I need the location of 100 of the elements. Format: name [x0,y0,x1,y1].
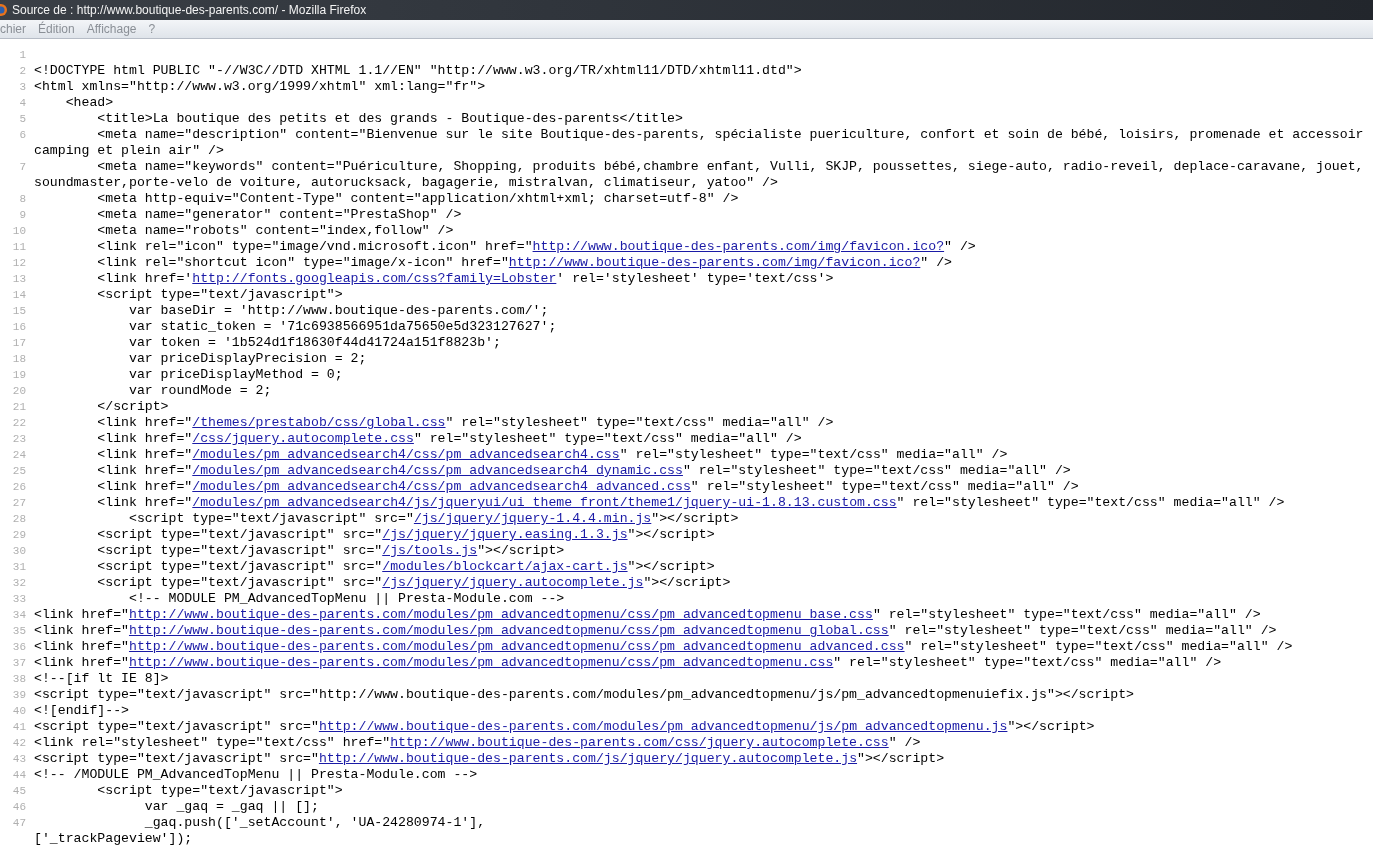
source-link[interactable]: /modules/pm_advancedsearch4/css/pm_advancedsearch4_dynamic.css [192,463,683,479]
window-title: Source de : http://www.boutique-des-parents.com/ - Mozilla Firefox [12,3,367,17]
source-link[interactable]: /css/jquery.autocomplete.css [192,431,414,447]
line-number: 4 [19,96,26,111]
code-text: " rel="stylesheet" type="text/css" media="all" /> [445,415,834,431]
code-text: <meta http-equiv="Content-Type" content="application/xhtml+xml; charset=utf-8" /> [96,191,739,207]
line-number: 45 [12,784,26,799]
code-text: <link href=" [34,655,129,671]
code-text: <title>La boutique des petits et des grands - Boutique-des-parents</title> [96,111,683,127]
line-number: 32 [12,576,26,591]
code-text: </script> [96,399,169,415]
code-text: <script type="text/javascript"> [96,783,343,799]
code-text: <link rel="stylesheet" type="text/css" href=" [34,735,391,751]
line-number: 35 [12,624,26,639]
code-text: "></script> [627,527,715,543]
code-text: <link href=" [96,479,193,495]
line-number: 41 [12,720,26,735]
line-number: 15 [12,304,26,319]
source-link[interactable]: http://www.boutique-des-parents.com/modules/pm_advancedtopmenu/js/pm_advancedtopmenu.js [318,719,1008,735]
line-number: 31 [12,560,26,575]
line-number: 8 [19,192,26,207]
source-link[interactable]: /modules/blockcart/ajax-cart.js [382,559,628,575]
source-link[interactable]: http://www.boutique-des-parents.com/img/favicon.ico? [532,239,945,255]
code-text: <meta name="description" content="Bienvenue sur le site Boutique-des-parents, spécialiste puericulture, confort et soin de bébé, loisirs, promenade et accessoir [96,127,1364,143]
line-number: 6 [19,128,26,143]
code-text: <!DOCTYPE html PUBLIC "-//W3C//DTD XHTML 1.1//EN" "http://www.w3.org/TR/xhtml11/DTD/xhtml11.dtd"> [34,63,802,79]
line-number: 28 [12,512,26,527]
source-link[interactable]: /modules/pm_advancedsearch4/css/pm_advancedsearch4_advanced.css [192,479,691,495]
source-link[interactable]: /js/jquery/jquery-1.4.4.min.js [413,511,652,527]
code-text: var priceDisplayPrecision = 2; [127,351,367,367]
code-text: ' rel='stylesheet' type='text/css'> [556,271,834,287]
line-number: 16 [12,320,26,335]
code-text: <script type="text/javascript" src=" [34,719,319,735]
code-text: <meta name="keywords" content="Puériculture, Shopping, produits bébé,chambre enfant, Vulli, SKJP, poussettes, siege-auto, radio-reveil, deplace-caravane, jouet, [96,159,1364,175]
source-link[interactable]: http://www.boutique-des-parents.com/modules/pm_advancedtopmenu/css/pm_advancedtopmenu.css [128,655,834,671]
source-link[interactable]: http://www.boutique-des-parents.com/js/jquery/jquery.autocomplete.js [318,751,858,767]
code-text: "></script> [1007,719,1095,735]
line-number: 46 [12,800,26,815]
line-number: 5 [19,112,26,127]
line-number: 12 [12,256,26,271]
line-number: 34 [12,608,26,623]
source-link[interactable]: http://www.boutique-des-parents.com/modules/pm_advancedtopmenu/css/pm_advancedtopmenu_base.css [128,607,873,623]
code-text: _gaq.push(['_setAccount', 'UA-24280974-1'], [143,815,486,831]
line-number: 39 [12,688,26,703]
code-text: " rel="stylesheet" type="text/css" media="all" /> [904,639,1293,655]
code-text: <!-- MODULE PM_AdvancedTopMenu || Presta-Module.com --> [127,591,565,607]
line-number: 7 [19,160,26,175]
line-number: 22 [12,416,26,431]
code-text: " rel="stylesheet" type="text/css" media="all" /> [619,447,1008,463]
line-number: 1 [19,48,26,63]
line-number: 29 [12,528,26,543]
code-text: <link href=" [34,639,129,655]
code-text: <link href=" [96,463,193,479]
code-text: <script type="text/javascript" src=" [34,751,319,767]
code-text: <![endif]--> [34,703,129,719]
source-link[interactable]: /modules/pm_advancedsearch4/css/pm_advancedsearch4.css [192,447,620,463]
line-number: 40 [12,704,26,719]
code-text: ['_trackPageview']); [34,831,193,847]
code-text: " rel="stylesheet" type="text/css" media="all" /> [690,479,1079,495]
source-link[interactable]: http://www.boutique-des-parents.com/css/jquery.autocomplete.css [390,735,889,751]
code-text: " /> [944,239,976,255]
line-number: 11 [12,240,26,255]
code-text: <link rel="icon" type="image/vnd.microsoft.icon" href=" [96,239,533,255]
code-text: " /> [888,735,921,751]
code-text: "></script> [477,543,565,559]
line-number: 23 [12,432,26,447]
line-number: 14 [12,288,26,303]
code-text: <!--[if lt IE 8]> [34,671,169,687]
code-text: var baseDir = 'http://www.boutique-des-parents.com/'; [127,303,549,319]
line-number: 19 [12,368,26,383]
code-text: " rel="stylesheet" type="text/css" media="all" /> [833,655,1222,671]
source-link[interactable]: http://www.boutique-des-parents.com/modules/pm_advancedtopmenu/css/pm_advancedtopmenu_advanced.css [128,639,905,655]
code-text: <script type="text/javascript" src=" [96,575,383,591]
code-text: soundmaster,porte-velo de voiture, autorucksack, bagagerie, mistralvan, climatiseur, yatoo" /> [34,175,778,191]
line-number: 36 [12,640,26,655]
line-number: 2 [19,64,26,79]
line-number: 30 [12,544,26,559]
code-text: var _gaq = _gaq || []; [143,799,319,815]
code-text: <link href=' [96,271,193,287]
source-link[interactable]: /js/tools.js [382,543,478,559]
code-text: "></script> [857,751,945,767]
line-number: 26 [12,480,26,495]
code-text: <head> [64,95,114,111]
source-link[interactable]: http://www.boutique-des-parents.com/modules/pm_advancedtopmenu/css/pm_advancedtopmenu_global.css [128,623,889,639]
source-link[interactable]: /js/jquery/jquery.autocomplete.js [382,575,644,591]
source-link[interactable]: http://fonts.googleapis.com/css?family=Lobster [192,271,557,287]
line-number: 44 [12,768,26,783]
source-link[interactable]: /js/jquery/jquery.easing.1.3.js [382,527,628,543]
code-text: var roundMode = 2; [127,383,272,399]
code-text: <script type="text/javascript" src="http://www.boutique-des-parents.com/modules/pm_advancedtopmenu/js/pm_advancedtopmenuiefix.js"></script> [34,687,1135,703]
browser-logo-icon [0,3,8,17]
code-text: <!-- /MODULE PM_AdvancedTopMenu || Presta-Module.com --> [34,767,478,783]
line-number: 9 [19,208,26,223]
source-link[interactable]: /modules/pm_advancedsearch4/js/jqueryui/ui_theme_front/theme1/jquery-ui-1.8.13.custom.css [192,495,897,511]
line-number: 21 [12,400,26,415]
code-text: " rel="stylesheet" type="text/css" media="all" /> [888,623,1277,639]
source-link[interactable]: http://www.boutique-des-parents.com/img/favicon.ico? [508,255,921,271]
source-link[interactable]: /themes/prestabob/css/global.css [192,415,446,431]
line-number: 10 [12,224,26,239]
code-text: " rel="stylesheet" type="text/css" media="all" /> [896,495,1285,511]
